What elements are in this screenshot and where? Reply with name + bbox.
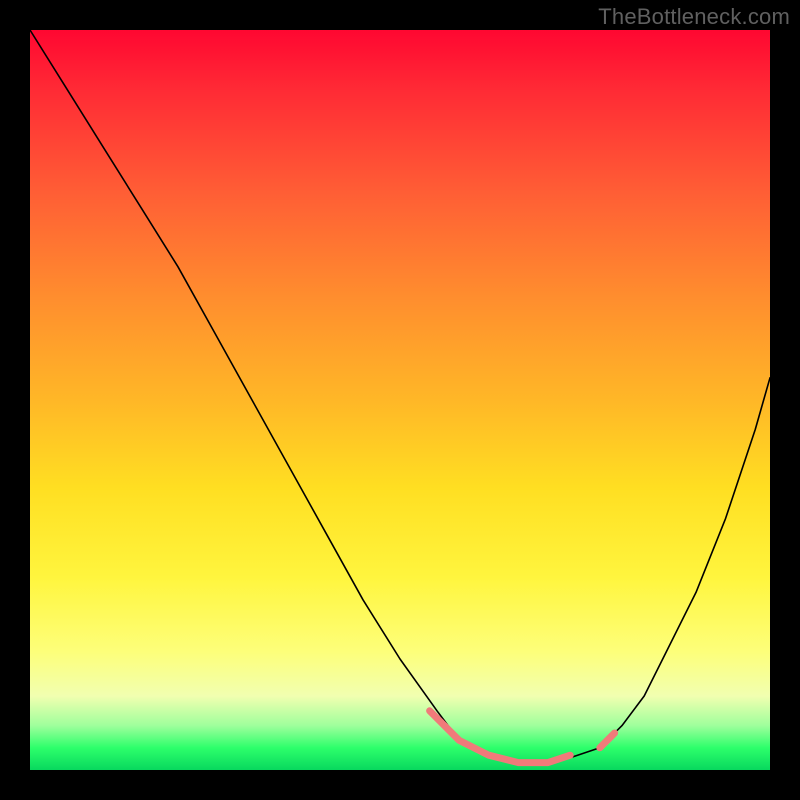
chart-frame: TheBottleneck.com: [0, 0, 800, 800]
series-highlight-dot-right: [600, 733, 615, 748]
series-highlight-band: [430, 711, 571, 763]
plot-background: [30, 30, 770, 770]
chart-svg: [30, 30, 770, 770]
watermark-text: TheBottleneck.com: [598, 4, 790, 30]
series-curve: [30, 30, 770, 763]
